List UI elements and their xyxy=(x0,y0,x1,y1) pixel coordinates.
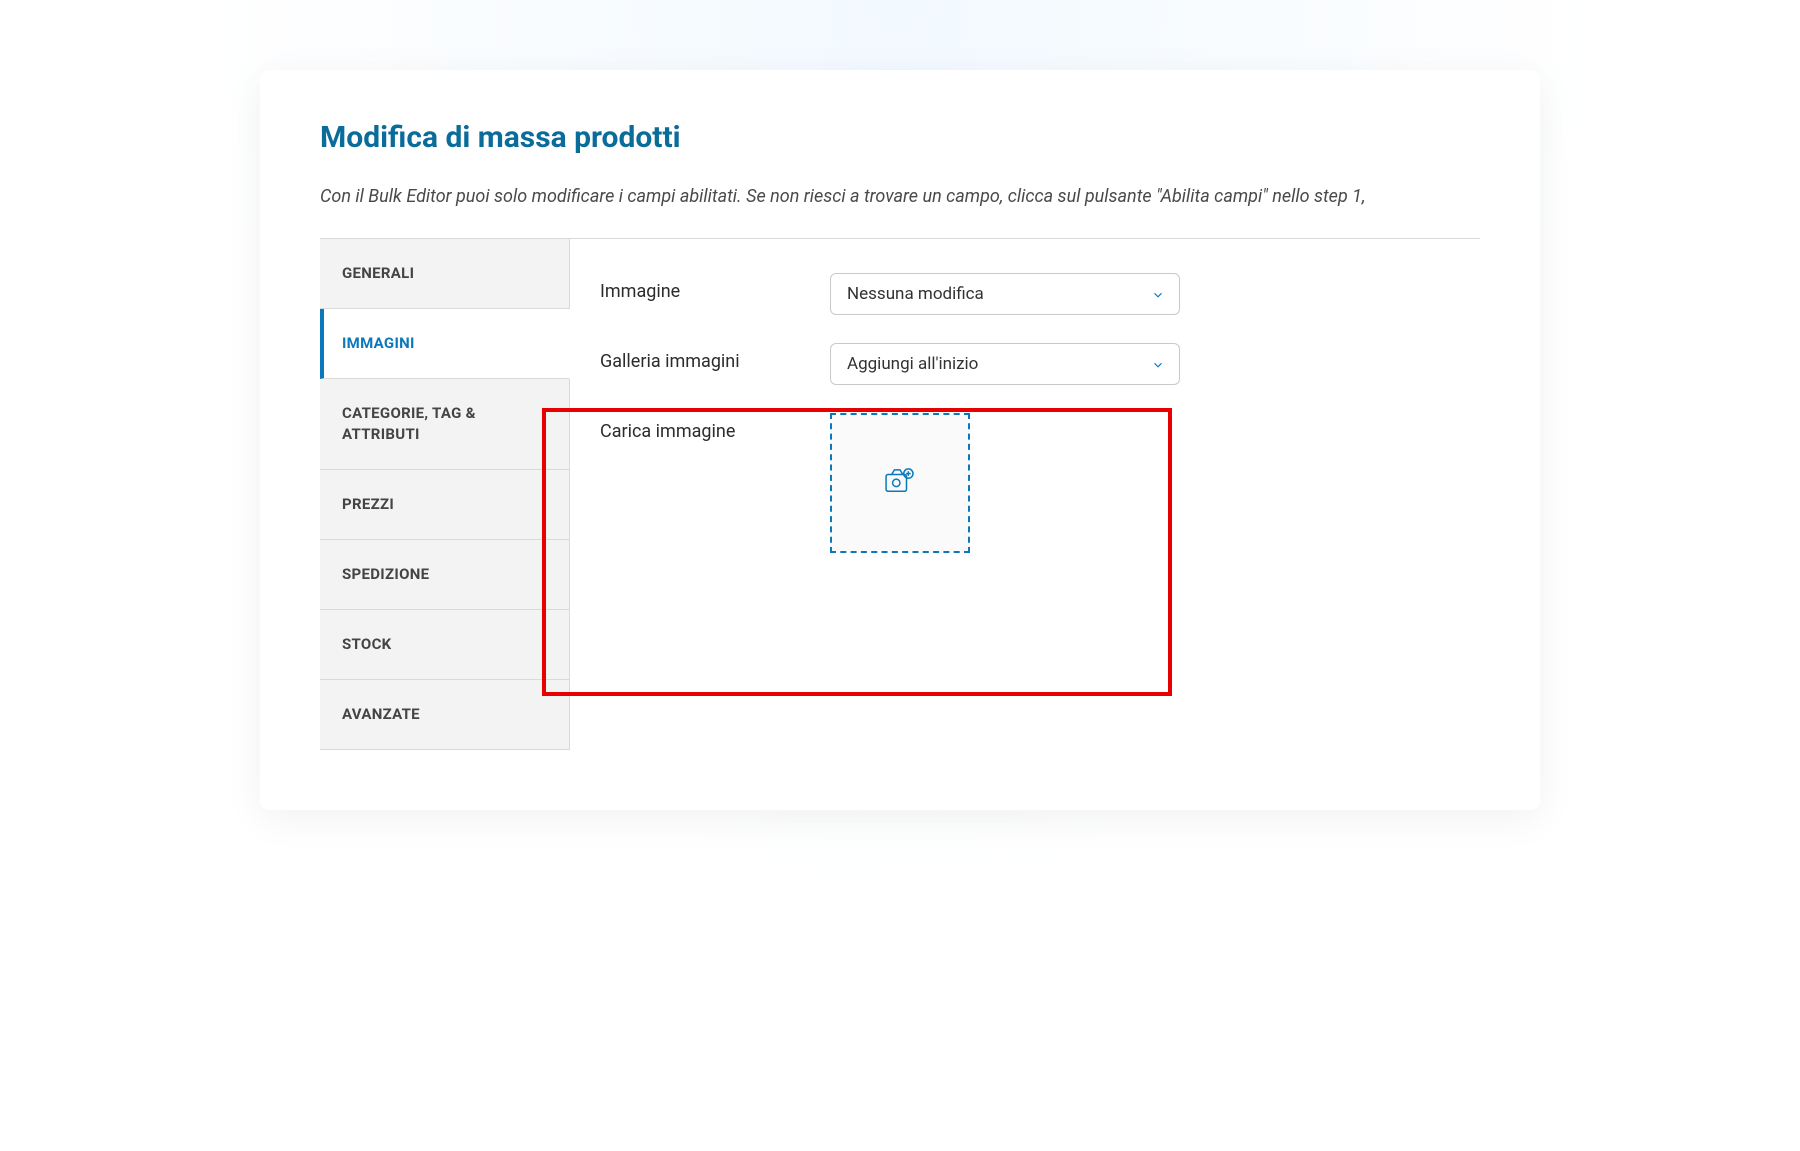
select-galleria[interactable]: Aggiungi all'inizio xyxy=(830,343,1180,385)
label-upload: Carica immagine xyxy=(600,413,830,442)
tab-generali[interactable]: GENERALI xyxy=(320,239,569,309)
add-image-icon xyxy=(885,468,915,498)
page-subtitle: Con il Bulk Editor puoi solo modificare … xyxy=(320,183,1480,210)
tab-avanzate[interactable]: AVANZATE xyxy=(320,680,569,750)
row-upload: Carica immagine xyxy=(600,413,1446,553)
chevron-down-icon xyxy=(1151,357,1165,371)
select-immagine[interactable]: Nessuna modifica xyxy=(830,273,1180,315)
editor-card: Modifica di massa prodotti Con il Bulk E… xyxy=(260,70,1540,810)
chevron-down-icon xyxy=(1151,287,1165,301)
page-title: Modifica di massa prodotti xyxy=(320,120,1480,155)
tabs-sidebar: GENERALI IMMAGINI CATEGORIE, TAG & ATTRI… xyxy=(320,239,570,750)
tab-content: Immagine Nessuna modifica Galleria immag… xyxy=(570,239,1480,750)
tab-spedizione[interactable]: SPEDIZIONE xyxy=(320,540,569,610)
tab-categorie[interactable]: CATEGORIE, TAG & ATTRIBUTI xyxy=(320,379,569,470)
label-immagine: Immagine xyxy=(600,273,830,302)
row-galleria: Galleria immagini Aggiungi all'inizio xyxy=(600,343,1446,385)
settings-panel: GENERALI IMMAGINI CATEGORIE, TAG & ATTRI… xyxy=(320,238,1480,750)
select-galleria-value: Aggiungi all'inizio xyxy=(847,354,978,374)
upload-image-box[interactable] xyxy=(830,413,970,553)
tab-stock[interactable]: STOCK xyxy=(320,610,569,680)
select-immagine-value: Nessuna modifica xyxy=(847,284,984,304)
row-immagine: Immagine Nessuna modifica xyxy=(600,273,1446,315)
tab-prezzi[interactable]: PREZZI xyxy=(320,470,569,540)
tab-immagini[interactable]: IMMAGINI xyxy=(320,309,570,379)
label-galleria: Galleria immagini xyxy=(600,343,830,372)
